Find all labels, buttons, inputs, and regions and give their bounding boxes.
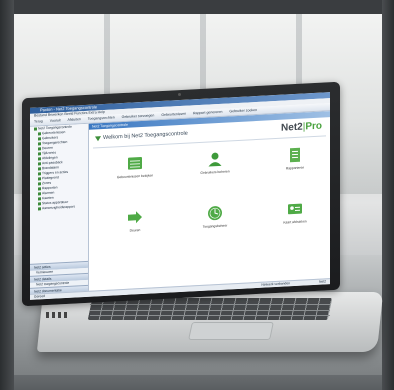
laptop-ports (46, 312, 70, 318)
tree-item-label: Gebeurtenissen (42, 130, 66, 136)
tree-item-label: Plattegrond (42, 175, 59, 181)
tree-node-icon (38, 131, 41, 136)
navigation-tree: Net2 Toegangscontrole Gebeurtenissen Gebru… (30, 123, 89, 295)
laptop-keyboard (87, 298, 333, 320)
photo-frame-top (0, 0, 394, 14)
shortcut-label: Rapporteren (285, 165, 305, 171)
tree-item-label: Kaarten (42, 195, 54, 201)
toolbar-access-button[interactable]: Toegangsrechten (88, 115, 115, 120)
tree-item-label: Tijdzones (42, 150, 56, 156)
shortcut-tile[interactable]: Gebruikers beheren (185, 148, 245, 191)
card-icon (287, 201, 303, 218)
tree-node-icon (38, 191, 41, 196)
shortcut-label: Gebeurtenissen bekijken (116, 173, 154, 180)
tree-node-icon (34, 127, 37, 131)
shortcut-grid: Gebeurtenissen bekijken Gebruikers behere… (97, 140, 322, 272)
keyboard-row (89, 315, 331, 316)
shortcut-tile[interactable]: Rapporteren (265, 143, 325, 186)
photo-frame-right (382, 0, 394, 390)
green-triangle-icon (95, 136, 101, 142)
net2pro-logo: Net2|Pro (281, 120, 322, 134)
tree-node-icon (38, 176, 41, 181)
tree-item-label: Alarmen (42, 190, 55, 196)
tree-node-icon (38, 141, 41, 146)
laptop-trackpad (188, 322, 274, 340)
tree-item-label: Aanwezigheidsrapport (42, 204, 75, 211)
tree-node-icon (38, 171, 41, 176)
tree-node-icon (38, 161, 41, 166)
tree-node-icon (38, 181, 41, 186)
shortcut-label: Gebruikers beheren (200, 169, 230, 175)
photo-frame-left (0, 0, 14, 390)
laptop-screen: Paxton - Net2 Toegangscontrole Bestand B… (30, 92, 330, 300)
door-arrow-icon (127, 209, 143, 226)
calendar-icon (127, 155, 143, 172)
toolbar-report-button[interactable]: Rapport genereren (193, 110, 222, 116)
keyboard-row (89, 304, 331, 305)
side-panel: Net2 acties Vernieuwen Net2 details Net2… (30, 260, 88, 295)
clock-icon (207, 205, 223, 222)
toolbar-back-button[interactable]: Terug (34, 119, 43, 123)
tree-node-icon (38, 206, 41, 211)
tree-node-icon (38, 186, 41, 191)
main-content: Net2 Toegangscontrole Welkom bij Net2 To… (89, 111, 330, 292)
toolbar-exit-button[interactable]: Afsluiten (67, 117, 80, 122)
tree-node-icon (38, 201, 41, 206)
toolbar-find-user-button[interactable]: Gebruiker zoeken (229, 108, 257, 113)
user-icon (207, 151, 223, 168)
tree-item-label: Zones (42, 180, 52, 186)
tree-item-label: Deuren (42, 145, 53, 151)
app-body: Net2 Toegangscontrole Gebeurtenissen Gebru… (30, 111, 330, 295)
shortcut-tile[interactable]: Gebeurtenissen bekijken (105, 152, 165, 195)
tree-item-label: Triggers en acties (42, 169, 69, 176)
tree-item-label: Rapporten (42, 185, 58, 191)
tree-node-icon (38, 136, 41, 141)
keyboard-row (89, 310, 331, 311)
tree-node-icon (38, 156, 41, 161)
tree-node-icon (38, 166, 41, 171)
toolbar-events-button[interactable]: Gebeurtenissen (161, 112, 186, 117)
tree-node-icon (38, 146, 41, 151)
shortcut-tile[interactable]: Deuren (105, 206, 165, 249)
status-ready: Gereed (34, 294, 45, 299)
tree-list: Net2 Toegangscontrole Gebeurtenissen Gebru… (30, 124, 88, 212)
shortcut-tile[interactable]: Kaart afdrukken (265, 197, 325, 240)
office-photo-scene: Paxton - Net2 Toegangscontrole Bestand B… (0, 0, 394, 390)
welcome-title: Welkom bij Net2 Toegangscontrole (103, 130, 188, 142)
shortcut-label: Kaart afdrukken (283, 219, 307, 225)
report-icon (287, 147, 303, 164)
shortcut-label: Deuren (129, 228, 141, 233)
tree-node-icon (38, 196, 41, 201)
tree-node-icon (38, 151, 41, 156)
toolbar-add-user-button[interactable]: Gebruiker toevoegen (122, 113, 155, 119)
shortcut-label: Toegangsbeheer (202, 223, 228, 229)
toolbar-forward-button[interactable]: Vooruit (50, 118, 61, 123)
status-net2: Net2 (319, 279, 326, 284)
tree-item-label: Toegangsrechten (42, 139, 68, 146)
tree-item-label: Anti-passback (42, 160, 63, 166)
shortcut-tile[interactable]: Toegangsbeheer (185, 202, 245, 245)
webcam (178, 93, 181, 96)
